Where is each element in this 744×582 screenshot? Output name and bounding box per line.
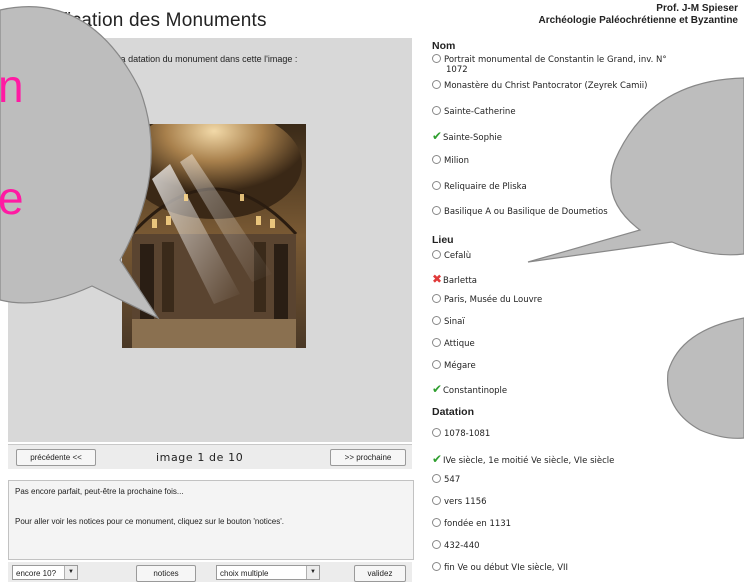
option-datation-6[interactable]: 432-440 — [432, 540, 480, 551]
image-counter: image 1 de 10 — [156, 451, 244, 464]
author-name: Prof. J-M Spieser — [656, 3, 738, 14]
right-callout-bubble-lower — [667, 317, 744, 439]
option-datation-4[interactable]: vers 1156 — [432, 496, 487, 507]
radio-icon[interactable] — [432, 294, 441, 303]
mode-select[interactable]: choix multiple ▼ — [216, 565, 320, 580]
attempts-select[interactable]: encore 10? ▼ — [12, 565, 78, 580]
option-lieu-4[interactable]: Sinaï — [432, 316, 465, 327]
radio-icon[interactable] — [432, 316, 441, 325]
section-header-lieu: Lieu — [432, 234, 454, 246]
instruction-text: Identifiez le nom, le lieu et la datatio… — [12, 54, 298, 64]
section-header-datation: Datation — [432, 406, 474, 418]
monument-photo — [122, 124, 306, 348]
option-nom-4[interactable]: ✔Sainte-Sophie — [432, 129, 502, 143]
radio-icon[interactable] — [432, 360, 441, 369]
previous-button[interactable]: précédente << — [16, 449, 96, 466]
option-nom-1-continuation: 1072 — [446, 65, 468, 75]
notices-button[interactable]: notices — [136, 565, 196, 582]
chevron-down-icon: ▼ — [64, 566, 77, 579]
radio-icon[interactable] — [432, 54, 441, 63]
radio-icon[interactable] — [432, 80, 441, 89]
feedback-line-2: Pour aller voir les notices pour ce monu… — [15, 517, 284, 526]
section-header-nom: Nom — [432, 40, 456, 52]
option-lieu-1[interactable]: Cefalù — [432, 250, 471, 261]
option-datation-2[interactable]: ✔IVe siècle, 1e moitié Ve siècle, VIe si… — [432, 452, 614, 466]
mode-value: choix multiple — [220, 569, 269, 578]
radio-icon[interactable] — [432, 250, 441, 259]
feedback-line-1: Pas encore parfait, peut-être la prochai… — [15, 487, 184, 496]
attempts-value: encore 10? — [16, 569, 57, 578]
option-lieu-5[interactable]: Attique — [432, 338, 475, 349]
radio-icon[interactable] — [432, 155, 441, 164]
next-button[interactable]: >> prochaine — [330, 449, 406, 466]
option-nom-3[interactable]: Sainte-Catherine — [432, 106, 516, 117]
cross-icon: ✖ — [432, 272, 443, 286]
radio-icon[interactable] — [432, 496, 441, 505]
checkmark-icon: ✔ — [432, 452, 443, 466]
radio-icon[interactable] — [432, 562, 441, 571]
radio-icon[interactable] — [432, 518, 441, 527]
option-lieu-6[interactable]: Mégare — [432, 360, 476, 371]
radio-icon[interactable] — [432, 181, 441, 190]
course-name: Archéologie Paléochrétienne et Byzantine — [538, 15, 739, 26]
option-lieu-2[interactable]: ✖Barletta — [432, 272, 477, 286]
option-nom-6[interactable]: Reliquaire de Pliska — [432, 181, 527, 192]
radio-icon[interactable] — [432, 474, 441, 483]
image-navigation: précédente << image 1 de 10 >> prochaine — [8, 444, 412, 469]
option-lieu-3[interactable]: Paris, Musée du Louvre — [432, 294, 542, 305]
option-nom-1[interactable]: Portrait monumental de Constantin le Gra… — [432, 54, 667, 65]
option-datation-1[interactable]: 1078-1081 — [432, 428, 490, 439]
option-datation-7[interactable]: fin Ve ou début VIe siècle, VII — [432, 562, 568, 573]
right-callout-bubble-upper — [527, 77, 744, 263]
feedback-box: Pas encore parfait, peut-être la prochai… — [8, 480, 414, 560]
option-nom-7[interactable]: Basilique A ou Basilique de Doumetios — [432, 206, 608, 217]
radio-icon[interactable] — [432, 540, 441, 549]
author-block: Prof. J-M Spieser Archéologie Paléochrét… — [539, 3, 739, 27]
radio-icon[interactable] — [432, 428, 441, 437]
option-lieu-7[interactable]: ✔Constantinople — [432, 382, 507, 396]
radio-icon[interactable] — [432, 106, 441, 115]
option-nom-5[interactable]: Milion — [432, 155, 469, 166]
checkmark-icon: ✔ — [432, 129, 443, 143]
page-title: Identification des Monuments — [14, 10, 267, 31]
option-datation-5[interactable]: fondée en 1131 — [432, 518, 511, 529]
option-nom-2[interactable]: Monastère du Christ Pantocrator (Zeyrek … — [432, 80, 648, 91]
radio-icon[interactable] — [432, 206, 441, 215]
bottom-toolbar: encore 10? ▼ notices choix multiple ▼ va… — [8, 562, 412, 582]
checkmark-icon: ✔ — [432, 382, 443, 396]
radio-icon[interactable] — [432, 338, 441, 347]
chevron-down-icon: ▼ — [306, 566, 319, 579]
app-window: Identification des Monuments Prof. J-M S… — [0, 0, 744, 582]
validate-button[interactable]: validez — [354, 565, 406, 582]
option-datation-3[interactable]: 547 — [432, 474, 460, 485]
